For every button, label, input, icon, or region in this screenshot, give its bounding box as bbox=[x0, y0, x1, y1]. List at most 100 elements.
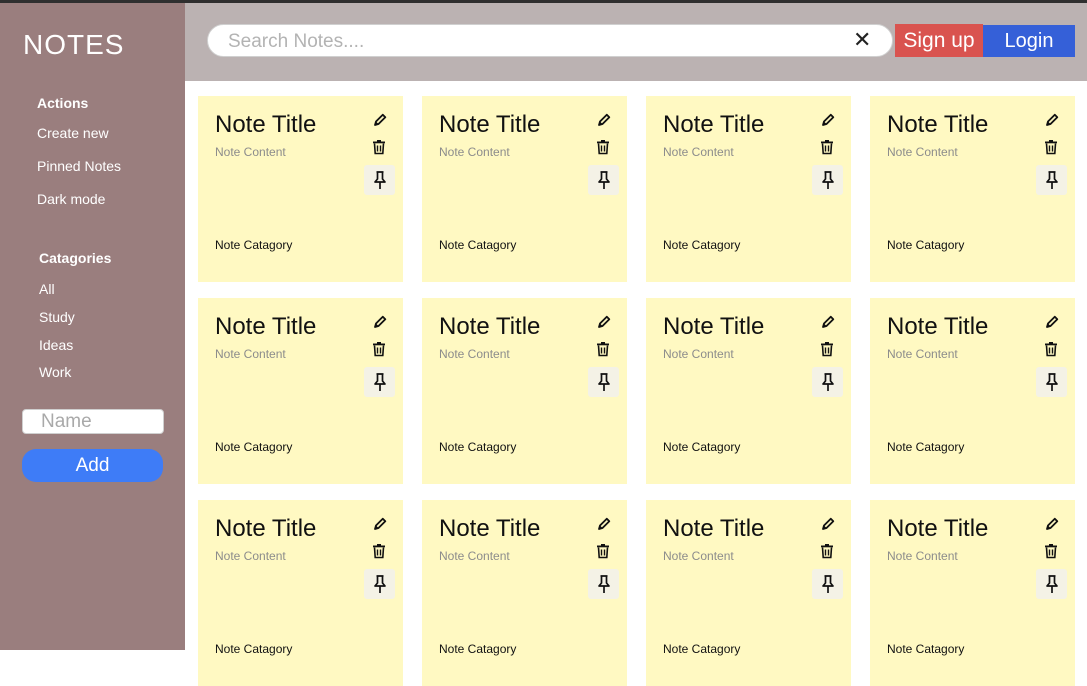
notes-grid: Note Title Note Content Note Catagory No… bbox=[198, 96, 1075, 686]
trash-icon[interactable] bbox=[1043, 139, 1059, 155]
category-name-input[interactable] bbox=[22, 409, 164, 434]
note-card[interactable]: Note Title Note Content Note Catagory bbox=[870, 96, 1075, 282]
add-category-button[interactable]: Add bbox=[22, 449, 163, 482]
trash-icon[interactable] bbox=[1043, 543, 1059, 559]
pin-icon[interactable] bbox=[364, 569, 395, 599]
note-title: Note Title bbox=[215, 515, 317, 542]
trash-icon[interactable] bbox=[371, 341, 387, 357]
top-bar: ✕ Sign up Login bbox=[185, 3, 1087, 81]
pencil-icon[interactable] bbox=[1044, 112, 1060, 128]
note-category: Note Catagory bbox=[215, 238, 293, 252]
note-card[interactable]: Note Title Note Content Note Catagory bbox=[198, 298, 403, 484]
search-bar: ✕ bbox=[207, 24, 893, 57]
note-category: Note Catagory bbox=[887, 642, 965, 656]
note-content: Note Content bbox=[215, 145, 286, 159]
note-content: Note Content bbox=[887, 145, 958, 159]
trash-icon[interactable] bbox=[595, 139, 611, 155]
pencil-icon[interactable] bbox=[596, 112, 612, 128]
sidebar-item-ideas[interactable]: Ideas bbox=[39, 337, 73, 353]
note-content: Note Content bbox=[439, 347, 510, 361]
note-category: Note Catagory bbox=[215, 642, 293, 656]
note-title: Note Title bbox=[887, 515, 989, 542]
pin-icon[interactable] bbox=[1036, 367, 1067, 397]
note-card[interactable]: Note Title Note Content Note Catagory bbox=[422, 96, 627, 282]
pencil-icon[interactable] bbox=[820, 112, 836, 128]
note-category: Note Catagory bbox=[439, 642, 517, 656]
pencil-icon[interactable] bbox=[372, 516, 388, 532]
note-card[interactable]: Note Title Note Content Note Catagory bbox=[646, 500, 851, 686]
note-title: Note Title bbox=[887, 111, 989, 138]
sidebar-item-work[interactable]: Work bbox=[39, 364, 71, 380]
trash-icon[interactable] bbox=[595, 341, 611, 357]
note-title: Note Title bbox=[215, 313, 317, 340]
note-card[interactable]: Note Title Note Content Note Catagory bbox=[870, 500, 1075, 686]
pencil-icon[interactable] bbox=[596, 314, 612, 330]
search-input[interactable] bbox=[226, 27, 850, 56]
trash-icon[interactable] bbox=[819, 543, 835, 559]
note-card[interactable]: Note Title Note Content Note Catagory bbox=[646, 96, 851, 282]
pencil-icon[interactable] bbox=[596, 516, 612, 532]
trash-icon[interactable] bbox=[1043, 341, 1059, 357]
note-content: Note Content bbox=[663, 549, 734, 563]
note-category: Note Catagory bbox=[215, 440, 293, 454]
app-title: NOTES bbox=[23, 29, 125, 60]
pin-icon[interactable] bbox=[812, 569, 843, 599]
sign-up-button[interactable]: Sign up bbox=[895, 24, 983, 57]
pencil-icon[interactable] bbox=[1044, 516, 1060, 532]
note-title: Note Title bbox=[439, 313, 541, 340]
trash-icon[interactable] bbox=[819, 341, 835, 357]
pencil-icon[interactable] bbox=[820, 314, 836, 330]
note-category: Note Catagory bbox=[439, 238, 517, 252]
pin-icon[interactable] bbox=[588, 569, 619, 599]
pin-icon[interactable] bbox=[1036, 569, 1067, 599]
pin-icon[interactable] bbox=[364, 367, 395, 397]
sidebar-item-all[interactable]: All bbox=[39, 281, 55, 297]
trash-icon[interactable] bbox=[371, 543, 387, 559]
note-title: Note Title bbox=[439, 515, 541, 542]
note-title: Note Title bbox=[215, 111, 317, 138]
note-content: Note Content bbox=[887, 347, 958, 361]
pencil-icon[interactable] bbox=[372, 314, 388, 330]
note-category: Note Catagory bbox=[887, 238, 965, 252]
note-category: Note Catagory bbox=[663, 440, 741, 454]
pin-icon[interactable] bbox=[1036, 165, 1067, 195]
note-card[interactable]: Note Title Note Content Note Catagory bbox=[422, 298, 627, 484]
sidebar-item-dark-mode[interactable]: Dark mode bbox=[37, 191, 105, 207]
note-title: Note Title bbox=[663, 111, 765, 138]
pin-icon[interactable] bbox=[812, 367, 843, 397]
categories-heading: Catagories bbox=[39, 250, 112, 266]
note-card[interactable]: Note Title Note Content Note Catagory bbox=[870, 298, 1075, 484]
note-content: Note Content bbox=[663, 145, 734, 159]
pin-icon[interactable] bbox=[812, 165, 843, 195]
trash-icon[interactable] bbox=[371, 139, 387, 155]
note-card[interactable]: Note Title Note Content Note Catagory bbox=[198, 500, 403, 686]
note-content: Note Content bbox=[663, 347, 734, 361]
note-category: Note Catagory bbox=[439, 440, 517, 454]
close-icon[interactable]: ✕ bbox=[853, 29, 871, 51]
note-content: Note Content bbox=[887, 549, 958, 563]
pencil-icon[interactable] bbox=[372, 112, 388, 128]
sidebar: NOTES Actions Create new Pinned Notes Da… bbox=[0, 3, 185, 650]
note-content: Note Content bbox=[439, 549, 510, 563]
note-category: Note Catagory bbox=[663, 642, 741, 656]
note-title: Note Title bbox=[439, 111, 541, 138]
sidebar-item-study[interactable]: Study bbox=[39, 309, 75, 325]
trash-icon[interactable] bbox=[819, 139, 835, 155]
pencil-icon[interactable] bbox=[1044, 314, 1060, 330]
note-card[interactable]: Note Title Note Content Note Catagory bbox=[422, 500, 627, 686]
note-card[interactable]: Note Title Note Content Note Catagory bbox=[646, 298, 851, 484]
note-category: Note Catagory bbox=[887, 440, 965, 454]
note-content: Note Content bbox=[215, 549, 286, 563]
pencil-icon[interactable] bbox=[820, 516, 836, 532]
pin-icon[interactable] bbox=[588, 367, 619, 397]
note-content: Note Content bbox=[215, 347, 286, 361]
login-button[interactable]: Login bbox=[983, 25, 1075, 57]
note-content: Note Content bbox=[439, 145, 510, 159]
sidebar-item-pinned-notes[interactable]: Pinned Notes bbox=[37, 158, 121, 174]
note-card[interactable]: Note Title Note Content Note Catagory bbox=[198, 96, 403, 282]
note-title: Note Title bbox=[663, 313, 765, 340]
sidebar-item-create-new[interactable]: Create new bbox=[37, 125, 109, 141]
trash-icon[interactable] bbox=[595, 543, 611, 559]
pin-icon[interactable] bbox=[364, 165, 395, 195]
pin-icon[interactable] bbox=[588, 165, 619, 195]
